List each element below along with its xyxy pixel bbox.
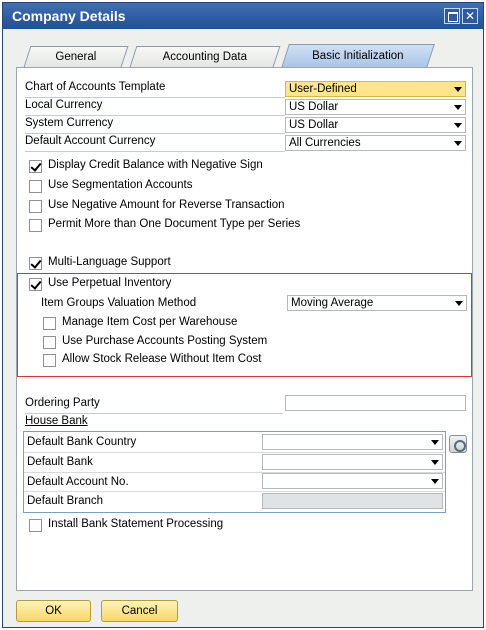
chart-of-accounts-value: User-Defined [289, 83, 357, 95]
display-credit-balance-checkbox[interactable] [29, 160, 42, 173]
divider [24, 452, 445, 453]
allow-stock-release-checkbox[interactable] [43, 354, 56, 367]
use-negative-amount-label: Use Negative Amount for Reverse Transact… [48, 199, 285, 211]
install-bank-statement-checkbox[interactable] [29, 519, 42, 532]
paperclip-icon[interactable] [449, 435, 467, 453]
tab-basic-initialization[interactable]: Basic Initialization [281, 44, 435, 68]
default-branch-field [262, 493, 443, 509]
default-branch-label: Default Branch [27, 495, 104, 507]
use-purchase-accounts-checkbox[interactable] [43, 336, 56, 349]
valuation-method-value: Moving Average [291, 297, 374, 309]
cancel-button[interactable]: Cancel [101, 600, 178, 622]
default-account-no-dropdown[interactable] [262, 473, 443, 489]
default-bank-country-dropdown[interactable] [262, 434, 443, 450]
chevron-down-icon [431, 479, 439, 484]
default-account-currency-dropdown[interactable]: All Currencies [285, 135, 466, 151]
chevron-down-icon [454, 123, 462, 128]
maximize-icon[interactable] [444, 8, 460, 24]
manage-item-cost-label: Manage Item Cost per Warehouse [62, 316, 238, 328]
install-bank-statement-label: Install Bank Statement Processing [48, 518, 224, 530]
use-negative-amount-checkbox[interactable] [29, 200, 42, 213]
divider [25, 133, 285, 134]
allow-stock-release-label: Allow Stock Release Without Item Cost [62, 353, 262, 365]
chevron-down-icon [455, 301, 463, 306]
system-currency-value: US Dollar [289, 119, 339, 131]
ok-button[interactable]: OK [16, 600, 91, 622]
perpetual-inventory-checkbox[interactable] [29, 278, 42, 291]
multi-language-checkbox[interactable] [29, 257, 42, 270]
local-currency-value: US Dollar [289, 101, 339, 113]
divider [25, 413, 283, 414]
title-bar[interactable]: Company Details ✕ [3, 3, 483, 29]
chevron-down-icon [431, 460, 439, 465]
divider [25, 97, 285, 98]
chart-of-accounts-label: Chart of Accounts Template [25, 81, 166, 93]
local-currency-label: Local Currency [25, 99, 103, 111]
display-credit-balance-label: Display Credit Balance with Negative Sig… [48, 159, 263, 171]
tab-general[interactable]: General [23, 46, 129, 67]
company-details-window: Company Details ✕ General Accounting Dat… [2, 2, 484, 628]
tab-accounting-data[interactable]: Accounting Data [129, 46, 281, 67]
manage-item-cost-checkbox[interactable] [43, 317, 56, 330]
use-segmentation-label: Use Segmentation Accounts [48, 179, 193, 191]
default-account-no-label: Default Account No. [27, 476, 129, 488]
ordering-party-label: Ordering Party [25, 397, 100, 409]
default-bank-country-label: Default Bank Country [27, 436, 137, 448]
tab-general-label: General [55, 51, 97, 63]
chevron-down-icon [431, 440, 439, 445]
multi-language-label: Multi-Language Support [48, 256, 171, 268]
perpetual-inventory-label: Use Perpetual Inventory [48, 277, 172, 289]
system-currency-label: System Currency [25, 117, 114, 129]
permit-more-doc-types-checkbox[interactable] [29, 219, 42, 232]
default-account-currency-value: All Currencies [289, 137, 361, 149]
divider [25, 151, 285, 152]
chevron-down-icon [454, 141, 462, 146]
default-account-currency-label: Default Account Currency [25, 135, 156, 147]
valuation-method-dropdown[interactable]: Moving Average [287, 295, 467, 311]
tab-basic-initialization-label: Basic Initialization [312, 50, 404, 62]
use-segmentation-checkbox[interactable] [29, 180, 42, 193]
valuation-method-label: Item Groups Valuation Method [41, 297, 197, 309]
default-bank-dropdown[interactable] [262, 454, 443, 470]
close-icon[interactable]: ✕ [462, 8, 478, 24]
window-title: Company Details [12, 8, 126, 24]
ordering-party-input[interactable] [285, 395, 466, 411]
divider [24, 491, 445, 492]
local-currency-dropdown[interactable]: US Dollar [285, 99, 466, 115]
divider [25, 115, 285, 116]
system-currency-dropdown[interactable]: US Dollar [285, 117, 466, 133]
house-bank-title: House Bank [25, 415, 88, 427]
chart-of-accounts-dropdown[interactable]: User-Defined [285, 81, 466, 97]
use-purchase-accounts-label: Use Purchase Accounts Posting System [62, 335, 268, 347]
chevron-down-icon [454, 105, 462, 110]
permit-more-doc-types-label: Permit More than One Document Type per S… [48, 218, 301, 230]
tab-accounting-data-label: Accounting Data [162, 51, 248, 63]
default-bank-label: Default Bank [27, 456, 93, 468]
chevron-down-icon [454, 87, 462, 92]
